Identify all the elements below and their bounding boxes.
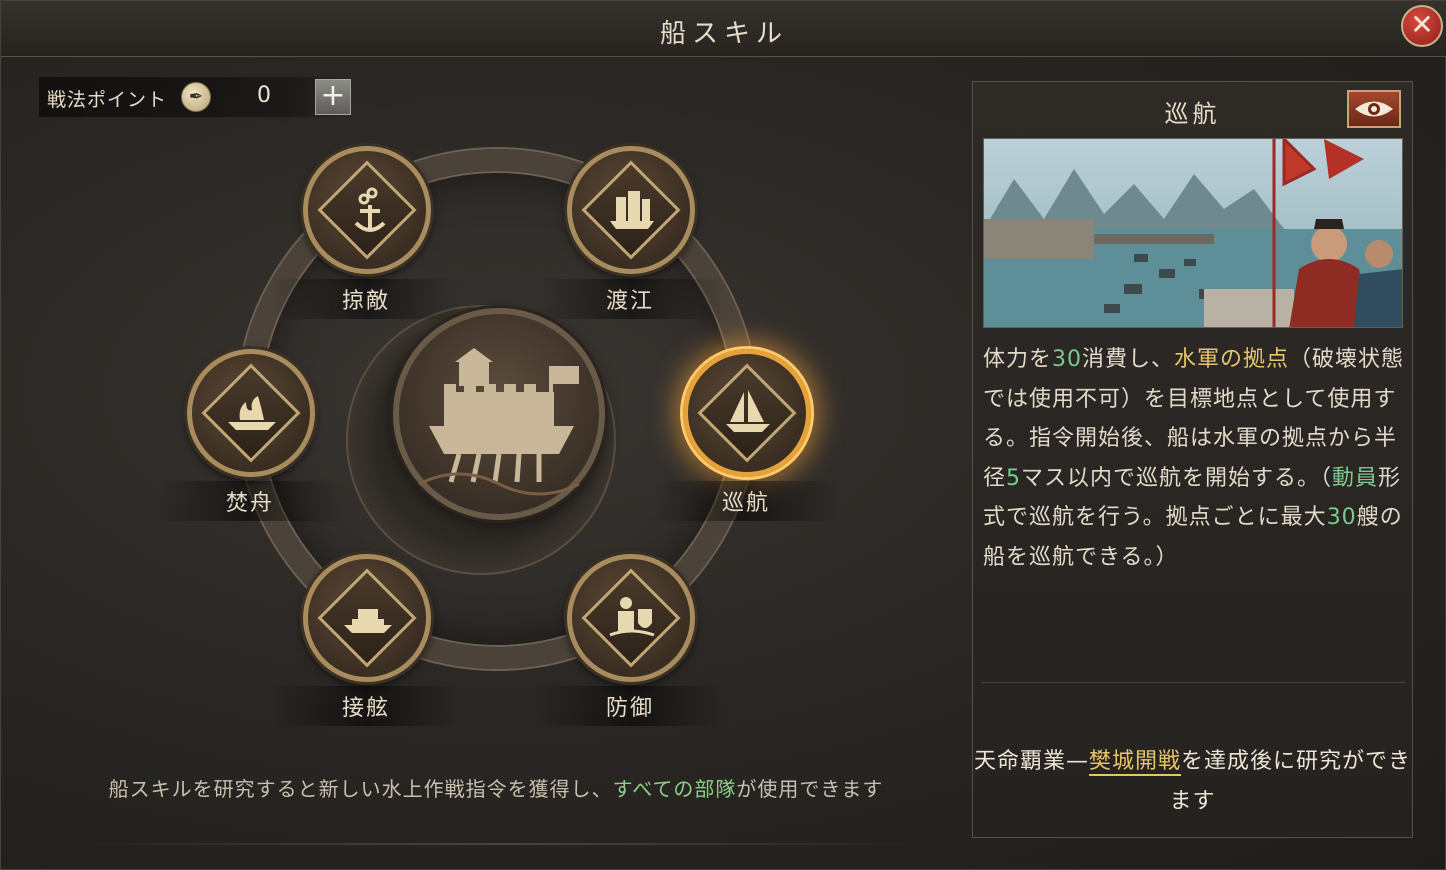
skill-label-funshu: 焚舟 xyxy=(155,481,345,521)
skill-node-ryoteki[interactable] xyxy=(303,146,431,274)
desc-segment: マス以内で巡航を開始する。（ xyxy=(1021,465,1333,491)
ship-skill-window: 船スキル ✕ 戦法ポイント ✒ 0 + 掠敵 渡江 焚舟 巡航 接舷 防御 船ス… xyxy=(0,0,1446,870)
skill-label-junko: 巡航 xyxy=(651,481,841,521)
highlight-all-units: すべての部隊 xyxy=(612,777,737,801)
fortress-ship-icon xyxy=(393,308,605,520)
requirement-link[interactable]: 樊城開戦 xyxy=(1088,749,1181,776)
burning-boat-icon xyxy=(228,396,276,430)
tactic-points-bar: 戦法ポイント ✒ 0 + xyxy=(39,77,351,117)
close-button[interactable]: ✕ xyxy=(1401,5,1443,47)
skill-label-setsugen: 接舷 xyxy=(271,686,461,726)
desc-segment: 動員 xyxy=(1332,465,1379,491)
skill-description: 体力を30消費し、水軍の拠点（破壊状態では使用不可）を目標地点として使用する。指… xyxy=(983,340,1407,577)
add-points-button[interactable]: + xyxy=(315,79,351,115)
detail-divider xyxy=(981,682,1405,683)
skill-node-bogyo[interactable] xyxy=(567,554,695,682)
tactic-points-label: 戦法ポイント xyxy=(47,89,168,111)
footer-description: 船スキルを研究すると新しい水上作戦指令を獲得し、すべての部隊が使用できます xyxy=(108,777,884,801)
desc-segment: 消費し、 xyxy=(1082,347,1175,372)
desc-segment: 5 xyxy=(1006,465,1022,491)
title-bar: 船スキル ✕ xyxy=(1,1,1446,57)
skill-detail-panel: 巡航 体力を30消費し、水軍の拠点（破壊状態では使用不可）を目標地点として使用す… xyxy=(972,81,1413,838)
river-fleet-illustration xyxy=(983,138,1403,328)
close-icon: ✕ xyxy=(1410,8,1434,41)
desc-segment: 体力を xyxy=(983,347,1053,372)
research-requirement: 天命覇業—樊城開戦を達成後に研究ができます xyxy=(973,749,1412,814)
boarding-boat-icon xyxy=(344,609,392,633)
view-button[interactable] xyxy=(1347,90,1401,128)
desc-segment: 30 xyxy=(1326,505,1357,530)
sailing-ship-icon xyxy=(726,390,770,432)
skill-label-ryoteki: 掠敵 xyxy=(271,279,461,319)
footer-divider xyxy=(61,843,941,845)
desc-segment: 水軍の拠点 xyxy=(1174,347,1290,372)
shield-soldier-icon xyxy=(609,597,655,637)
skill-label-bogyo: 防御 xyxy=(535,686,725,726)
skill-node-toko[interactable] xyxy=(567,146,695,274)
desc-segment: 30 xyxy=(1052,347,1083,372)
feather-coin-icon: ✒ xyxy=(181,82,211,112)
skill-node-funshu[interactable] xyxy=(187,349,315,477)
junk-ship-icon xyxy=(610,191,654,229)
skill-label-toko: 渡江 xyxy=(535,279,725,319)
skill-node-junko[interactable] xyxy=(683,349,811,477)
chain-anchor-icon xyxy=(354,187,386,232)
window-title: 船スキル xyxy=(659,19,788,49)
eye-icon xyxy=(1355,101,1393,117)
tactic-points-value: 0 xyxy=(257,83,271,108)
skill-node-setsugen[interactable] xyxy=(303,554,431,682)
